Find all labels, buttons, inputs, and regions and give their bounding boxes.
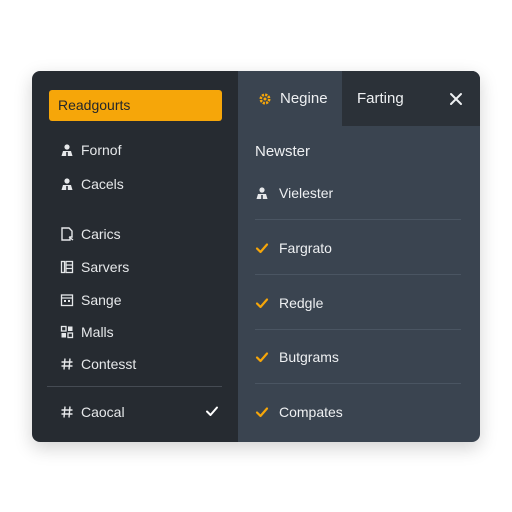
sidebar-item-label: Carics bbox=[81, 226, 121, 242]
gear-icon bbox=[258, 92, 272, 106]
panel-item-label: Vielester bbox=[279, 184, 334, 201]
panel-item-fargrato[interactable]: Fargrato bbox=[255, 221, 461, 275]
check-icon bbox=[206, 406, 218, 416]
panel-item-butgrams[interactable]: Butgrams bbox=[255, 330, 461, 384]
tab-label: Negine bbox=[280, 90, 328, 107]
panel-item-label: Compates bbox=[279, 404, 343, 420]
check-icon bbox=[255, 405, 269, 419]
grid-icon bbox=[59, 324, 75, 340]
panel-item-label: Redgle bbox=[279, 294, 324, 311]
sidebar-item-sarvers[interactable]: Sarvers bbox=[32, 255, 244, 279]
content-panel: Negine Farting Newster Vielester Fargrat… bbox=[238, 71, 480, 442]
sidebar-item-label: Sarvers bbox=[81, 259, 130, 275]
sidebar: Readgourts Fornof Cacels Carics Sarvers bbox=[32, 71, 238, 442]
close-icon bbox=[450, 92, 462, 105]
panel-item-label: Butgrams bbox=[279, 348, 339, 365]
sidebar-item-sange[interactable]: Sange bbox=[32, 288, 244, 312]
sidebar-header-button[interactable]: Readgourts bbox=[49, 90, 222, 121]
check-icon bbox=[255, 241, 269, 255]
tab-bar: Negine Farting bbox=[238, 71, 480, 126]
section-title: Newster bbox=[255, 143, 311, 160]
panel-item-label: Fargrato bbox=[279, 239, 332, 256]
sidebar-item-label: Cacels bbox=[81, 176, 124, 192]
hash-icon bbox=[59, 404, 75, 420]
sidebar-item-malls[interactable]: Malls bbox=[32, 320, 244, 344]
hash-icon bbox=[59, 356, 75, 372]
sidebar-item-label: Fornof bbox=[81, 142, 122, 158]
sidebar-item-carics[interactable]: Carics bbox=[32, 222, 244, 246]
user-icon bbox=[59, 142, 75, 158]
user-icon bbox=[255, 186, 269, 200]
sidebar-item-label: Sange bbox=[81, 292, 122, 308]
sidebar-item-label: Contesst bbox=[81, 356, 137, 372]
settings-window: Readgourts Fornof Cacels Carics Sarvers bbox=[32, 71, 480, 442]
document-icon bbox=[59, 226, 75, 242]
user-icon bbox=[59, 176, 75, 192]
sidebar-item-label: Malls bbox=[81, 324, 114, 340]
panel-item-redgle[interactable]: Redgle bbox=[255, 276, 461, 330]
panel-item-compates[interactable]: Compates bbox=[255, 385, 461, 439]
server-icon bbox=[59, 259, 75, 275]
tab-negine[interactable]: Negine bbox=[238, 71, 342, 126]
close-button[interactable] bbox=[432, 71, 480, 126]
sidebar-divider bbox=[47, 386, 222, 387]
panel-item-vielester[interactable]: Vielester bbox=[255, 166, 461, 220]
sidebar-item-fornof[interactable]: Fornof bbox=[32, 138, 244, 162]
check-icon bbox=[255, 350, 269, 364]
calendar-icon bbox=[59, 292, 75, 308]
tab-farting[interactable]: Farting bbox=[342, 71, 432, 126]
tab-label: Farting bbox=[357, 90, 404, 107]
check-icon bbox=[255, 296, 269, 310]
sidebar-item-label: Caocal bbox=[81, 404, 125, 420]
sidebar-item-contesst[interactable]: Contesst bbox=[32, 352, 244, 376]
sidebar-item-cacels[interactable]: Cacels bbox=[32, 172, 244, 196]
